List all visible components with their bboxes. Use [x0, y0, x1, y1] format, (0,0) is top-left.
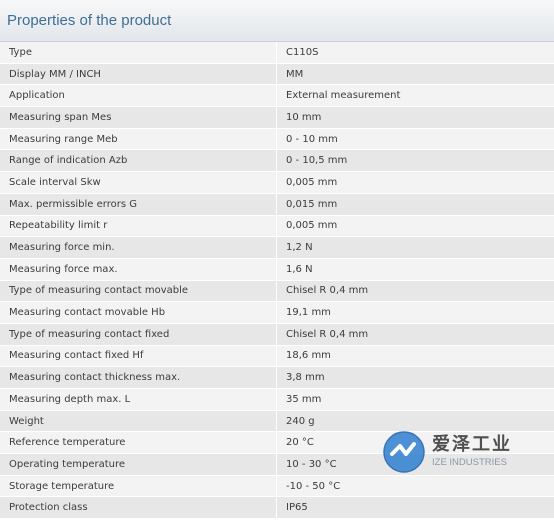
table-row: Protection class IP65 [0, 497, 554, 520]
property-value: 20 °C [286, 437, 314, 449]
panel-header: Properties of the product [0, 0, 554, 42]
property-value: 0 - 10 mm [286, 133, 338, 145]
panel-title: Properties of the product [7, 12, 172, 29]
property-label: Measuring span Mes [0, 107, 277, 128]
property-value: 35 mm [286, 393, 322, 405]
property-value: MM [286, 68, 304, 80]
property-value: 3,8 mm [286, 372, 325, 384]
property-label: Measuring contact movable Hb [0, 302, 277, 323]
table-row: Display MM / INCH MM [0, 63, 554, 86]
property-label: Display MM / INCH [0, 63, 277, 85]
property-value: 1,6 N [286, 263, 313, 275]
table-row: Reference temperature 20 °C [0, 432, 554, 455]
table-row: Measuring contact movable Hb 19,1 mm [0, 302, 554, 324]
property-value: -10 - 50 °C [286, 480, 341, 492]
property-value: 1,2 N [286, 242, 313, 254]
property-label: Protection class [0, 497, 277, 519]
table-row: Type of measuring contact fixed Chisel R … [0, 323, 554, 346]
table-row: Measuring depth max. L 35 mm [0, 389, 554, 411]
property-label: Measuring force max. [0, 258, 277, 280]
property-label: Max. permissible errors G [0, 193, 277, 215]
property-label: Measuring range Meb [0, 128, 277, 150]
property-value: 0 - 10,5 mm [286, 155, 348, 167]
table-row: Measuring force min. 1,2 N [0, 237, 554, 259]
table-row: Measuring force max. 1,6 N [0, 258, 554, 281]
property-value: 0,015 mm [286, 198, 338, 210]
property-label: Weight [0, 410, 277, 432]
property-label: Repeatability limit r [0, 215, 277, 237]
property-value: Chisel R 0,4 mm [286, 328, 369, 340]
property-value: 240 g [286, 415, 315, 427]
property-label: Type of measuring contact movable [0, 280, 277, 302]
property-label: Measuring depth max. L [0, 389, 277, 410]
property-label: Scale interval Skw [0, 172, 277, 193]
property-label: Measuring force min. [0, 237, 277, 258]
property-label: Application [0, 85, 277, 107]
property-label: Type of measuring contact fixed [0, 323, 277, 345]
table-row: Scale interval Skw 0,005 mm [0, 172, 554, 194]
table-row: Max. permissible errors G 0,015 mm [0, 193, 554, 216]
product-properties-panel: Properties of the product Type C110S Displ… [0, 0, 554, 522]
property-label: Type [0, 42, 277, 63]
properties-table: Type C110S Display MM / INCH MM Application E… [0, 42, 554, 520]
property-label: Reference temperature [0, 432, 277, 454]
table-row: Operating temperature 10 - 30 °C [0, 454, 554, 476]
table-row: Type of measuring contact movable Chisel … [0, 280, 554, 303]
property-value: Chisel R 0,4 mm [286, 285, 369, 297]
property-label: Measuring contact fixed Hf [0, 345, 277, 367]
property-label: Measuring contact thickness max. [0, 367, 277, 388]
table-row: Weight 240 g [0, 410, 554, 433]
table-row: Application External measurement [0, 85, 554, 108]
property-value: 10 mm [286, 111, 322, 123]
property-label: Range of indication Azb [0, 150, 277, 172]
table-row: Measuring span Mes 10 mm [0, 107, 554, 129]
property-value: C110S [286, 46, 319, 58]
table-row: Measuring range Meb 0 - 10 mm [0, 128, 554, 151]
table-row: Range of indication Azb 0 - 10,5 mm [0, 150, 554, 173]
property-value: 10 - 30 °C [286, 458, 337, 470]
property-value: 0,005 mm [286, 176, 338, 188]
table-row: Type C110S [0, 42, 554, 64]
property-label: Operating temperature [0, 454, 277, 475]
table-row: Repeatability limit r 0,005 mm [0, 215, 554, 238]
property-value: 18,6 mm [286, 350, 331, 362]
property-value: IP65 [286, 502, 308, 514]
table-row: Storage temperature -10 - 50 °C [0, 475, 554, 498]
property-label: Storage temperature [0, 475, 277, 497]
table-row: Measuring contact fixed Hf 18,6 mm [0, 345, 554, 368]
property-value: External measurement [286, 90, 401, 102]
property-value: 0,005 mm [286, 220, 338, 232]
property-value: 19,1 mm [286, 307, 331, 319]
table-row: Measuring contact thickness max. 3,8 mm [0, 367, 554, 389]
